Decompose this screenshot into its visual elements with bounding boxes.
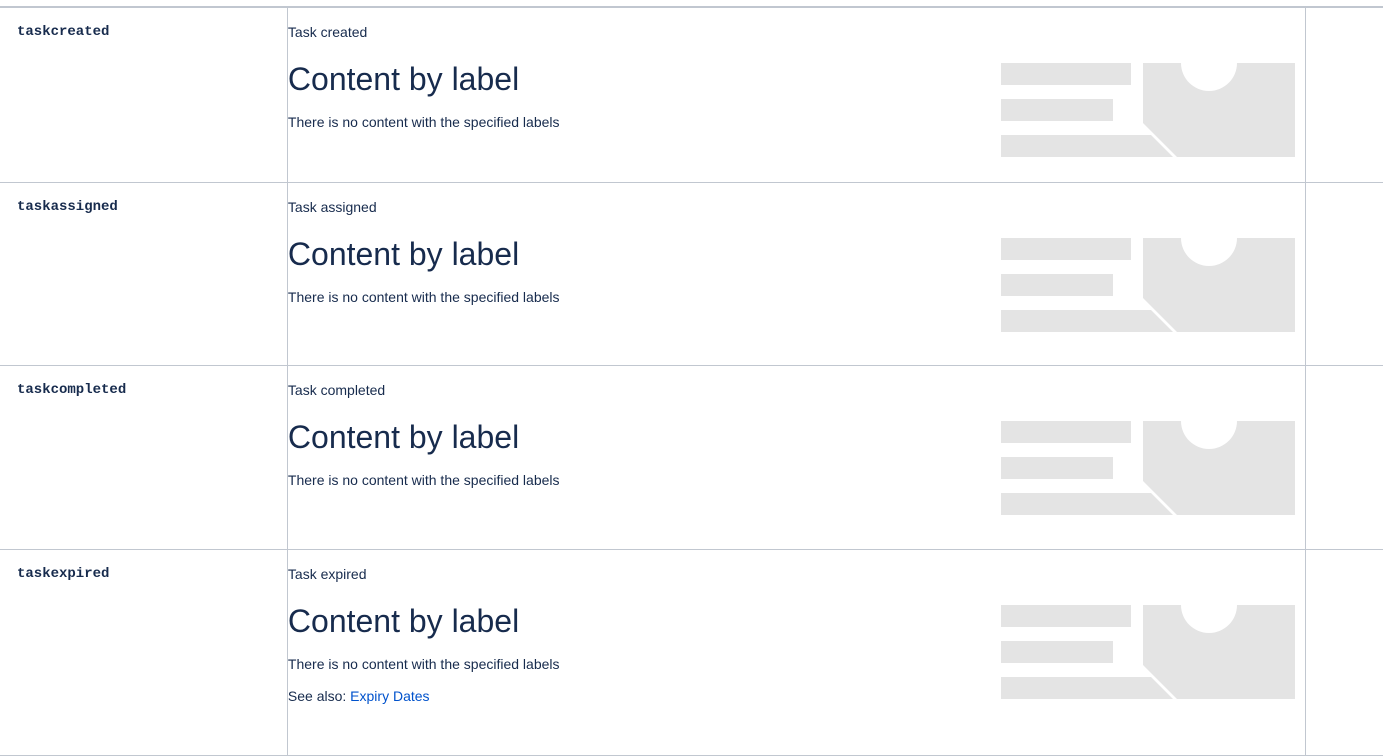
extra-cell — [1305, 182, 1383, 366]
event-key-cell: taskexpired — [0, 549, 288, 756]
events-table: taskcreated Task created Content by labe… — [0, 6, 1383, 756]
event-key-cell: taskcompleted — [0, 365, 288, 550]
see-also-prefix: See also: — [287, 688, 351, 704]
table-row: taskcompleted Task completed Content by … — [0, 365, 1383, 550]
event-description: Task completed — [287, 382, 386, 398]
table-row: taskassigned Task assigned Content by la… — [0, 182, 1383, 366]
extra-cell — [1305, 549, 1383, 756]
event-key: taskcreated — [17, 24, 110, 40]
table-row: taskcreated Task created Content by labe… — [0, 6, 1383, 183]
content-by-label-placeholder-icon — [1001, 63, 1296, 157]
content-by-label-placeholder-icon — [1001, 421, 1296, 515]
event-key: taskcompleted — [17, 382, 127, 398]
event-description: Task created — [287, 24, 368, 40]
event-description-cell: Task expired Content by label There is n… — [286, 549, 1307, 756]
event-key: taskexpired — [17, 566, 110, 582]
content-by-label-placeholder-icon — [1001, 605, 1296, 699]
extra-cell — [1305, 6, 1383, 183]
extra-cell — [1305, 365, 1383, 550]
expiry-dates-link[interactable]: Expiry Dates — [350, 688, 429, 704]
event-key: taskassigned — [17, 199, 118, 215]
event-description: Task expired — [287, 566, 367, 582]
event-description-cell: Task assigned Content by label There is … — [286, 182, 1307, 366]
event-key-cell: taskassigned — [0, 182, 288, 366]
event-description-cell: Task completed Content by label There is… — [286, 365, 1307, 550]
table-row: taskexpired Task expired Content by labe… — [0, 549, 1383, 756]
event-key-cell: taskcreated — [0, 6, 288, 183]
content-by-label-placeholder-icon — [1001, 238, 1296, 332]
event-description: Task assigned — [287, 199, 377, 215]
event-description-cell: Task created Content by label There is n… — [286, 6, 1307, 183]
